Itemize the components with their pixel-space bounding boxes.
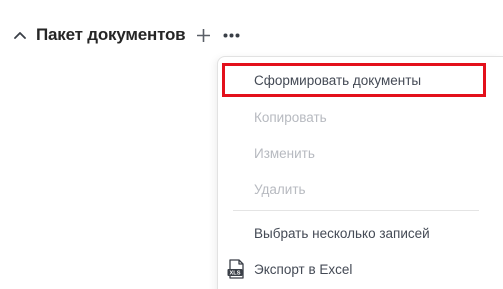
section-title: Пакет документов <box>36 25 186 44</box>
svg-text:XLS: XLS <box>230 271 241 277</box>
plus-icon[interactable] <box>195 27 211 43</box>
actions-menu: Сформировать документы Копировать Измени… <box>217 56 503 289</box>
xls-file-icon: XLS <box>227 259 245 279</box>
menu-item-label: Выбрать несколько записей <box>254 225 430 241</box>
menu-item-label: Удалить <box>254 181 306 197</box>
menu-item-select-multiple[interactable]: Выбрать несколько записей <box>218 216 503 250</box>
menu-item-copy[interactable]: Копировать <box>218 100 503 134</box>
menu-item-label: Копировать <box>254 109 327 125</box>
section-header: Пакет документов <box>13 22 241 48</box>
menu-item-generate-documents[interactable]: Сформировать документы <box>222 63 486 97</box>
more-dots-icon[interactable] <box>221 27 241 43</box>
menu-divider <box>233 210 479 211</box>
menu-item-label: Сформировать документы <box>254 72 422 88</box>
app-root: Пакет документов Сформировать документы … <box>0 0 503 289</box>
menu-item-export-excel[interactable]: XLS Экспорт в Excel <box>218 252 503 286</box>
menu-item-edit[interactable]: Изменить <box>218 136 503 170</box>
menu-item-label: Изменить <box>254 145 315 161</box>
menu-item-delete[interactable]: Удалить <box>218 172 503 206</box>
chevron-up-icon[interactable] <box>13 28 27 42</box>
